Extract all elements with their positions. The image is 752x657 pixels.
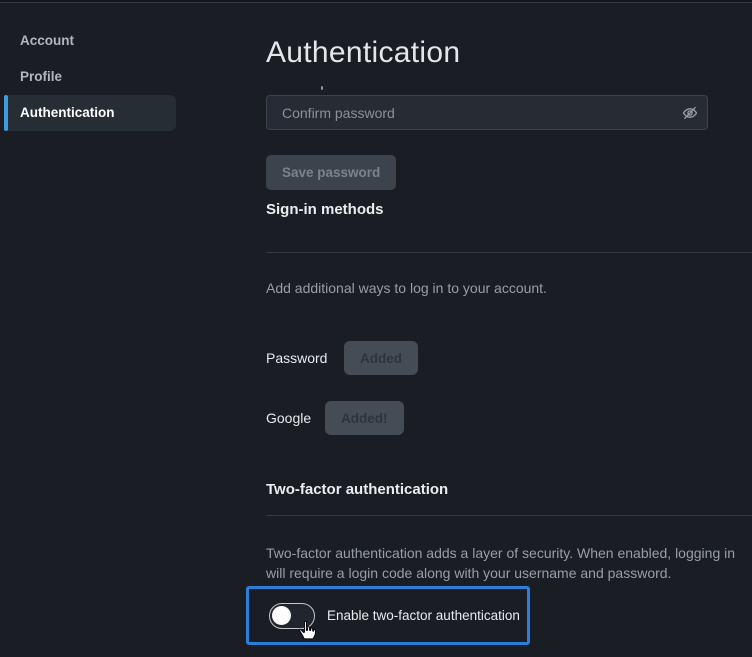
divider (266, 515, 752, 516)
two-factor-toggle-label: Enable two-factor authentication (327, 608, 520, 623)
active-indicator-bar (4, 95, 8, 131)
two-factor-toggle-focus-box: Enable two-factor authentication (246, 586, 530, 645)
sidebar-item-account[interactable]: Account (20, 33, 74, 49)
method-label-google: Google (266, 410, 311, 426)
two-factor-heading: Two-factor authentication (266, 481, 448, 498)
eye-off-icon[interactable] (682, 105, 698, 121)
window-top-edge (0, 0, 752, 3)
two-factor-description-line1: Two-factor authentication adds a layer o… (266, 545, 735, 561)
save-password-button[interactable]: Save password (266, 155, 396, 190)
signin-methods-heading: Sign-in methods (266, 201, 384, 218)
page-title: Authentication (266, 36, 460, 70)
sidebar-item-authentication[interactable]: Authentication (4, 95, 176, 131)
signin-methods-description: Add additional ways to log in to your ac… (266, 278, 547, 298)
sidebar-item-label: Authentication (20, 105, 115, 121)
authentication-settings-page: Account Profile Authentication Authentic… (0, 0, 752, 657)
password-added-button[interactable]: Added (344, 341, 418, 375)
toggle-knob (272, 606, 291, 625)
two-factor-description-line2: will require a login code along with you… (266, 565, 671, 581)
sidebar-item-profile[interactable]: Profile (20, 69, 62, 85)
divider (266, 252, 752, 253)
two-factor-description: Two-factor authentication adds a layer o… (266, 543, 735, 583)
stray-dot (321, 86, 323, 90)
two-factor-toggle[interactable] (269, 603, 315, 629)
confirm-password-input[interactable] (266, 95, 708, 130)
google-added-button[interactable]: Added! (325, 401, 404, 435)
method-label-password: Password (266, 350, 327, 366)
